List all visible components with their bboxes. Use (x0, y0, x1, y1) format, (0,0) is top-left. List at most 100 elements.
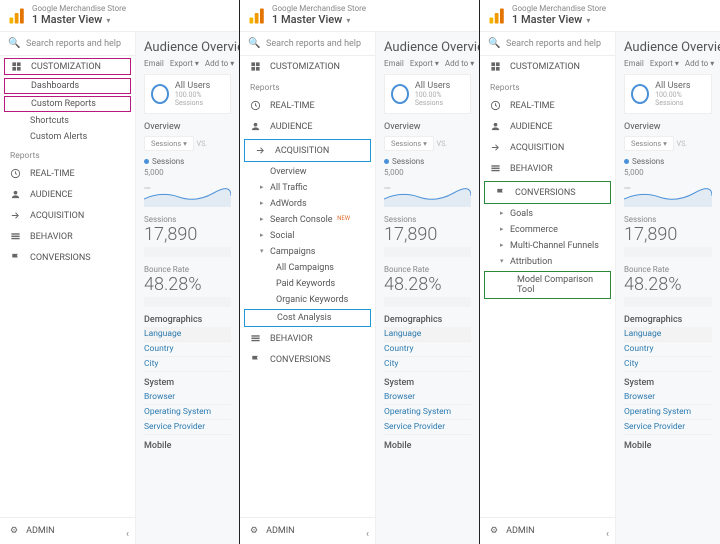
content-area: Audience Overview EmailExport ▾Add to ▾ … (136, 32, 239, 544)
audience-item[interactable]: AUDIENCE (480, 116, 615, 137)
export-btn[interactable]: Export ▾ (410, 59, 439, 68)
dim-language[interactable]: Language (624, 327, 712, 342)
dim-country[interactable]: Country (384, 342, 471, 357)
segment-name: All Users (175, 81, 224, 91)
custom-alerts-item[interactable]: Custom Alerts (0, 129, 135, 145)
shortcuts-item[interactable]: Shortcuts (0, 113, 135, 129)
bounce-kpi-value: 48.28% (144, 274, 231, 295)
person-icon (10, 189, 24, 200)
search-icon: 🔍 (248, 38, 260, 49)
acq-campaigns[interactable]: Campaigns (240, 244, 375, 260)
addto-btn[interactable]: Add to ▾ (205, 59, 234, 68)
ga-logo (488, 7, 506, 25)
acq-organic-keywords[interactable]: Organic Keywords (240, 292, 375, 308)
dim-sp[interactable]: Service Provider (384, 420, 471, 435)
behavior-item[interactable]: BEHAVIOR (0, 226, 135, 247)
acq-overview[interactable]: Overview (240, 164, 375, 180)
audience-item[interactable]: AUDIENCE (240, 116, 375, 137)
audience-item[interactable]: AUDIENCE (0, 184, 135, 205)
email-btn[interactable]: Email (384, 59, 404, 68)
dim-os[interactable]: Operating System (384, 405, 471, 420)
dim-browser[interactable]: Browser (384, 390, 471, 405)
email-btn[interactable]: Email (624, 59, 644, 68)
conv-goals[interactable]: Goals (480, 206, 615, 222)
gear-icon: ⚙ (250, 526, 258, 536)
dim-country[interactable]: Country (624, 342, 712, 357)
acq-all-campaigns[interactable]: All Campaigns (240, 260, 375, 276)
admin-item[interactable]: ⚙ADMIN (480, 517, 615, 544)
realtime-item[interactable]: REAL-TIME (0, 163, 135, 184)
dim-sp[interactable]: Service Provider (624, 420, 712, 435)
clock-icon (10, 168, 24, 179)
acq-all-traffic[interactable]: All Traffic (240, 180, 375, 196)
search-input[interactable]: 🔍Search reports and help (480, 32, 615, 56)
dim-city[interactable]: City (144, 357, 231, 372)
mobile-heading: Mobile (144, 441, 231, 451)
yaxis-top: 5,000 (144, 168, 231, 177)
acq-social[interactable]: Social (240, 228, 375, 244)
dim-language[interactable]: Language (384, 327, 471, 342)
dim-city[interactable]: City (384, 357, 471, 372)
customization-item[interactable]: CUSTOMIZATION (480, 56, 615, 77)
sessions-spark (144, 247, 231, 257)
dim-os[interactable]: Operating System (144, 405, 231, 420)
collapse-icon[interactable]: ‹ (366, 529, 369, 540)
conversions-item[interactable]: CONVERSIONS (484, 181, 611, 204)
email-btn[interactable]: Email (144, 59, 164, 68)
collapse-icon[interactable]: ‹ (606, 529, 609, 540)
dim-language[interactable]: Language (144, 327, 231, 342)
acq-search-console[interactable]: Search Console NEW (240, 212, 375, 228)
conv-attribution[interactable]: Attribution (480, 254, 615, 270)
view-name[interactable]: 1 Master View (272, 13, 342, 26)
conv-multi[interactable]: Multi-Channel Funnels (480, 238, 615, 254)
admin-item[interactable]: ⚙ADMIN (0, 517, 135, 544)
page-title: Audience Overview (384, 40, 471, 55)
segment-ring-icon (391, 84, 409, 104)
conv-model[interactable]: Model Comparison Tool (484, 271, 611, 299)
dim-browser[interactable]: Browser (624, 390, 712, 405)
arrow-icon (10, 210, 24, 221)
acq-paid-keywords[interactable]: Paid Keywords (240, 276, 375, 292)
realtime-item[interactable]: REAL-TIME (480, 95, 615, 116)
acquisition-item[interactable]: ACQUISITION (480, 137, 615, 158)
dashboards-item[interactable]: Dashboards (4, 78, 131, 94)
conversions-item[interactable]: CONVERSIONS (240, 349, 375, 370)
customization-item[interactable]: CUSTOMIZATION (4, 58, 131, 75)
segment-card[interactable]: All Users100.00% Sessions (144, 74, 231, 114)
metric-picker[interactable]: Sessions ▾ (384, 136, 434, 151)
custom-reports-item[interactable]: Custom Reports (4, 96, 131, 112)
dim-browser[interactable]: Browser (144, 390, 231, 405)
export-btn[interactable]: Export ▾ (650, 59, 679, 68)
dim-sp[interactable]: Service Provider (144, 420, 231, 435)
behavior-item[interactable]: BEHAVIOR (240, 328, 375, 349)
view-name[interactable]: 1 Master View (512, 13, 582, 26)
addto-btn[interactable]: Add to ▾ (445, 59, 474, 68)
dim-city[interactable]: City (624, 357, 712, 372)
segment-card[interactable]: All Users100.00% Sessions (384, 74, 471, 114)
svg-text:2,500: 2,500 (384, 186, 391, 190)
behavior-item[interactable]: BEHAVIOR (480, 158, 615, 179)
conversions-item[interactable]: CONVERSIONS (0, 247, 135, 268)
realtime-item[interactable]: REAL-TIME (240, 95, 375, 116)
export-btn[interactable]: Export ▾ (170, 59, 199, 68)
acq-cost-analysis[interactable]: Cost Analysis (244, 309, 371, 327)
search-input[interactable]: 🔍Search reports and help (240, 32, 375, 56)
conv-ecommerce[interactable]: Ecommerce (480, 222, 615, 238)
segment-card[interactable]: All Users100.00% Sessions (624, 74, 712, 114)
dim-os[interactable]: Operating System (624, 405, 712, 420)
clock-icon (250, 100, 264, 111)
addto-btn[interactable]: Add to ▾ (685, 59, 714, 68)
acquisition-item[interactable]: ACQUISITION (0, 205, 135, 226)
metric-picker[interactable]: Sessions ▾ (624, 136, 674, 151)
admin-item[interactable]: ⚙ADMIN (240, 517, 375, 544)
svg-text:2,500: 2,500 (144, 186, 151, 190)
collapse-icon[interactable]: ‹ (126, 529, 129, 540)
customization-item[interactable]: CUSTOMIZATION (240, 56, 375, 77)
acq-adwords[interactable]: AdWords (240, 196, 375, 212)
search-input[interactable]: 🔍Search reports and help (0, 32, 135, 56)
dim-country[interactable]: Country (144, 342, 231, 357)
view-name[interactable]: 1 Master View (32, 13, 102, 26)
grid-icon (490, 163, 504, 174)
acquisition-item[interactable]: ACQUISITION (244, 139, 371, 162)
metric-picker[interactable]: Sessions ▾ (144, 136, 194, 151)
